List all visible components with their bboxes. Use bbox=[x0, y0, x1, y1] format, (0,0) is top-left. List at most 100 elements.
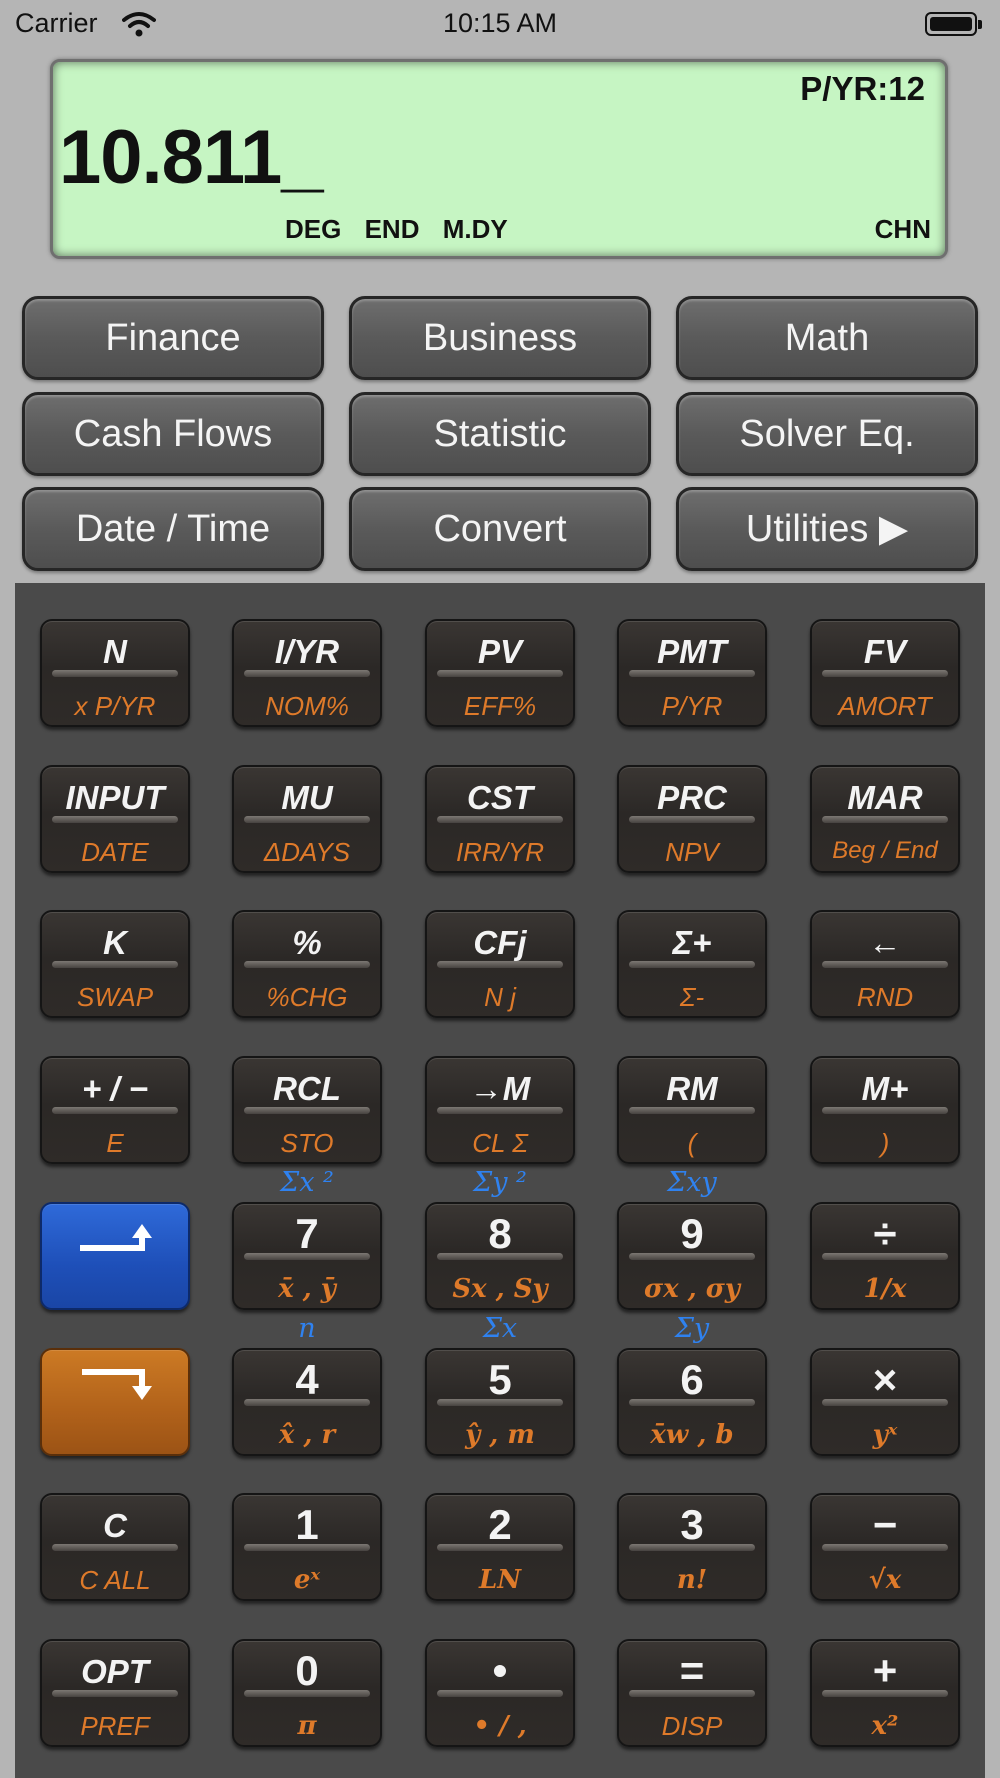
cash-flows-button[interactable]: Cash Flows bbox=[22, 392, 324, 476]
solver-eq-button[interactable]: Solver Eq. bbox=[676, 392, 978, 476]
tertiary-label-sum-y-squared: Σy ² bbox=[473, 1167, 527, 1198]
convert-button[interactable]: Convert bbox=[349, 487, 651, 571]
key-secondary-label: Beg / End bbox=[832, 837, 938, 864]
key-ridge bbox=[52, 670, 178, 677]
key-multiply[interactable]: × yˣ bbox=[810, 1348, 960, 1456]
key-primary-label: % bbox=[292, 924, 322, 961]
key-k[interactable]: K SWAP bbox=[40, 910, 190, 1018]
key-change-sign[interactable]: + / − E bbox=[40, 1056, 190, 1164]
utilities-button[interactable]: Utilities ▶ bbox=[676, 487, 978, 571]
lcd-display: P/YR:12 10.811_ DEG END M.DY CHN bbox=[50, 59, 948, 259]
key-9[interactable]: 9 σx , σy bbox=[617, 1202, 767, 1310]
key-3[interactable]: 3 n! bbox=[617, 1493, 767, 1601]
key-ridge bbox=[629, 816, 755, 823]
key-primary-label: 1 bbox=[295, 1501, 319, 1548]
key-primary-label: 9 bbox=[680, 1210, 704, 1257]
key-m-plus[interactable]: M+) bbox=[810, 1056, 960, 1164]
key-secondary-label: N j bbox=[484, 982, 516, 1012]
key-primary-label: = bbox=[679, 1647, 705, 1694]
key-secondary-label: SWAP bbox=[76, 982, 154, 1012]
annunciators: DEG END M.DY bbox=[285, 214, 524, 245]
key-sigma-plus[interactable]: Σ+ Σ- bbox=[617, 910, 767, 1018]
key-i-yr[interactable]: I/YR NOM% bbox=[232, 619, 382, 727]
key-8[interactable]: 8 Sx , Sy bbox=[425, 1202, 575, 1310]
operating-mode-annunciator: CHN bbox=[874, 214, 931, 244]
key-ridge bbox=[629, 670, 755, 677]
key-6[interactable]: 6 x̄w , b bbox=[617, 1348, 767, 1456]
key-secondary-label: eˣ bbox=[293, 1565, 321, 1595]
key-fv[interactable]: FV AMORT bbox=[810, 619, 960, 727]
key-down-shift[interactable] bbox=[40, 1348, 190, 1456]
key-4[interactable]: 4 x̂ , r bbox=[232, 1348, 382, 1456]
key-cfj[interactable]: CFj N j bbox=[425, 910, 575, 1018]
key-backspace[interactable]: ← RND bbox=[810, 910, 960, 1018]
key-primary-label: 5 bbox=[488, 1356, 512, 1403]
tertiary-label-n: n bbox=[298, 1313, 316, 1344]
tertiary-label-sum-x-squared: Σx ² bbox=[280, 1167, 334, 1198]
key-secondary-label: DISP bbox=[661, 1711, 723, 1741]
key-secondary-label: x² bbox=[871, 1711, 899, 1741]
key-secondary-label: LN bbox=[478, 1565, 522, 1595]
key-up-shift[interactable] bbox=[40, 1202, 190, 1310]
key-secondary-label: π bbox=[297, 1711, 317, 1741]
key-secondary-label: • / , bbox=[473, 1711, 527, 1741]
tertiary-label-sum-x: Σx bbox=[482, 1313, 518, 1344]
key-divide[interactable]: ÷ 1/x bbox=[810, 1202, 960, 1310]
key-clear[interactable]: C C ALL bbox=[40, 1493, 190, 1601]
statistic-button[interactable]: Statistic bbox=[349, 392, 651, 476]
key-add[interactable]: + x² bbox=[810, 1639, 960, 1747]
key-2[interactable]: 2 LN bbox=[425, 1493, 575, 1601]
key-n[interactable]: Nx P/YR bbox=[40, 619, 190, 727]
key-secondary-label: 1/x bbox=[863, 1274, 907, 1304]
key-rcl[interactable]: RCL STO bbox=[232, 1056, 382, 1164]
key-primary-label: MAR bbox=[847, 779, 923, 816]
math-button[interactable]: Math bbox=[676, 296, 978, 380]
key-secondary-label: C ALL bbox=[79, 1565, 151, 1595]
key-secondary-label: IRR/YR bbox=[455, 837, 545, 867]
key-pmt[interactable]: PMT P/YR bbox=[617, 619, 767, 727]
key-subtract[interactable]: − √x bbox=[810, 1493, 960, 1601]
key-percent[interactable]: % %CHG bbox=[232, 910, 382, 1018]
key-5[interactable]: 5 ŷ , m bbox=[425, 1348, 575, 1456]
key-secondary-label: NPV bbox=[665, 837, 719, 867]
key-secondary-label: RND bbox=[856, 982, 914, 1012]
key-secondary-label: x̄ , ȳ bbox=[278, 1274, 336, 1304]
key-mar[interactable]: MAR Beg / End bbox=[810, 765, 960, 873]
date-time-button[interactable]: Date / Time bbox=[22, 487, 324, 571]
key-secondary-label: n! bbox=[676, 1565, 708, 1595]
clock: 10:15 AM bbox=[442, 8, 558, 38]
key-mu[interactable]: MU ΔDAYS bbox=[232, 765, 382, 873]
key-prc[interactable]: PRC NPV bbox=[617, 765, 767, 873]
key-ridge bbox=[822, 816, 948, 823]
key-secondary-label: %CHG bbox=[266, 982, 348, 1012]
key-rm[interactable]: RM ( bbox=[617, 1056, 767, 1164]
key-opt[interactable]: OPT PREF bbox=[40, 1639, 190, 1747]
key-decimal[interactable]: • • / , bbox=[425, 1639, 575, 1747]
tertiary-label-sum-xy: Σxy bbox=[667, 1167, 717, 1198]
business-button[interactable]: Business bbox=[349, 296, 651, 380]
key-primary-label: INPUT bbox=[65, 779, 165, 816]
battery-icon bbox=[925, 12, 982, 36]
key-secondary-label: ΔDAYS bbox=[263, 837, 351, 867]
key-primary-label: →M bbox=[469, 1070, 531, 1107]
key-ridge bbox=[822, 1107, 948, 1114]
finance-button[interactable]: Finance bbox=[22, 296, 324, 380]
key-pv[interactable]: PV EFF% bbox=[425, 619, 575, 727]
key-primary-label: + / − bbox=[81, 1070, 149, 1107]
key-ridge bbox=[822, 670, 948, 677]
key-1[interactable]: 1 eˣ bbox=[232, 1493, 382, 1601]
key-to-memory[interactable]: →M CL Σ bbox=[425, 1056, 575, 1164]
key-equals[interactable]: = DISP bbox=[617, 1639, 767, 1747]
key-primary-label: PV bbox=[477, 633, 523, 670]
status-bar: Carrier 10:15 AM bbox=[0, 0, 1000, 50]
key-cst[interactable]: CST IRR/YR bbox=[425, 765, 575, 873]
key-7[interactable]: 7 x̄ , ȳ bbox=[232, 1202, 382, 1310]
key-secondary-label: P/YR bbox=[661, 691, 723, 721]
key-primary-label: RM bbox=[666, 1070, 718, 1107]
key-primary-label: MU bbox=[281, 779, 333, 816]
key-0[interactable]: 0π bbox=[232, 1639, 382, 1747]
key-ridge bbox=[437, 670, 563, 677]
keypad: Nx P/YR I/YR NOM% PV EFF% PMT P/YR FV AMORT … bbox=[15, 583, 985, 1778]
key-secondary-label: σx , σy bbox=[643, 1274, 741, 1304]
key-input[interactable]: INPUT DATE bbox=[40, 765, 190, 873]
